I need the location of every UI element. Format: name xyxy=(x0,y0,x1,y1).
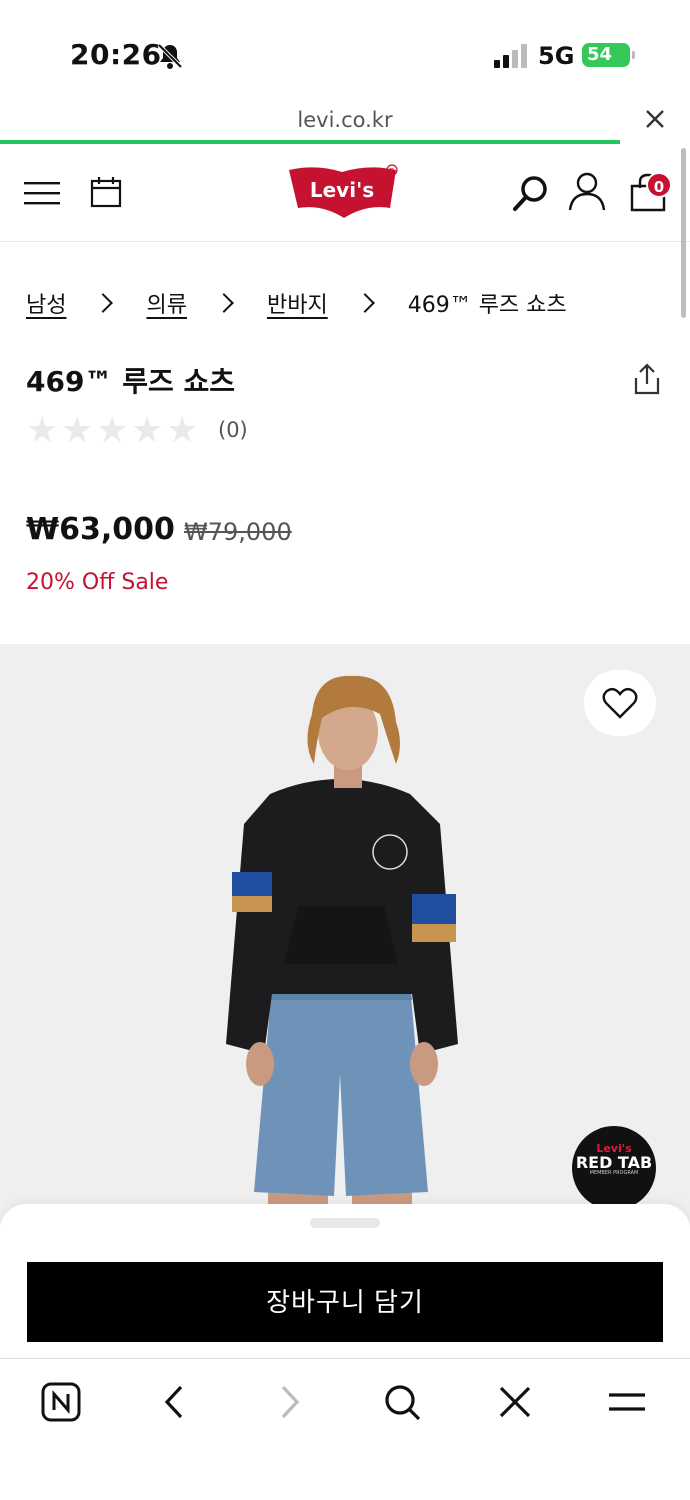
svg-text:R: R xyxy=(390,167,395,175)
bottom-sheet: 장바구니 담기 xyxy=(0,1204,690,1360)
status-bar: 20:26 5G 54 xyxy=(0,0,690,100)
red-tab-badge[interactable]: Levi's RED TAB MEMBER PROGRAM xyxy=(572,1126,656,1210)
browser-toolbar xyxy=(0,1358,690,1500)
user-icon[interactable] xyxy=(568,172,606,212)
star-icon: ★ xyxy=(61,410,94,451)
cart-count-badge: 0 xyxy=(646,172,672,198)
rating-stars: ★ ★ ★ ★ ★ xyxy=(26,410,201,451)
breadcrumb-item-men[interactable]: 남성 xyxy=(26,287,66,319)
sheet-handle[interactable] xyxy=(310,1218,380,1228)
original-price: ₩79,000 xyxy=(184,518,292,546)
close-icon[interactable] xyxy=(494,1381,536,1423)
discount-label: 20% Off Sale xyxy=(26,570,169,595)
search-icon[interactable] xyxy=(512,174,550,212)
battery-indicator: 54 xyxy=(582,43,635,67)
star-icon: ★ xyxy=(96,410,129,451)
scrollbar[interactable] xyxy=(681,148,686,318)
rating-count[interactable]: (0) xyxy=(218,418,248,442)
sale-price: ₩63,000 xyxy=(26,512,175,547)
back-icon[interactable] xyxy=(154,1381,196,1423)
breadcrumb-item-shorts[interactable]: 반바지 xyxy=(267,287,328,319)
logo-text: Levi's xyxy=(310,178,374,202)
share-icon[interactable] xyxy=(632,362,662,396)
menu-icon[interactable] xyxy=(606,1381,648,1423)
naver-icon[interactable] xyxy=(40,1381,82,1423)
chevron-right-icon xyxy=(354,293,375,313)
chevron-right-icon xyxy=(214,293,234,313)
calendar-icon[interactable] xyxy=(90,176,122,208)
site-header: Levi's R 0 xyxy=(0,144,690,242)
badge-title: RED TAB xyxy=(575,1153,653,1172)
search-icon[interactable] xyxy=(381,1381,423,1423)
breadcrumb-item-current: 469™ 루즈 쇼츠 xyxy=(407,293,567,318)
star-icon: ★ xyxy=(131,410,164,451)
product-title: 469™ 루즈 쇼츠 xyxy=(26,365,235,398)
menu-icon[interactable] xyxy=(24,180,60,206)
browser-url-bar[interactable]: levi.co.kr xyxy=(0,100,690,142)
close-icon[interactable] xyxy=(644,108,666,130)
star-icon: ★ xyxy=(26,410,59,451)
bell-slash-icon xyxy=(157,43,183,69)
breadcrumb: 남성 의류 반바지 469™ 루즈 쇼츠 xyxy=(26,286,567,320)
network-type: 5G xyxy=(538,42,575,70)
wishlist-button[interactable] xyxy=(584,670,656,736)
chevron-right-icon xyxy=(93,293,114,313)
star-icon: ★ xyxy=(166,410,199,451)
signal-icon xyxy=(494,44,527,68)
forward-icon[interactable] xyxy=(268,1381,310,1423)
add-to-cart-button[interactable]: 장바구니 담기 xyxy=(27,1262,663,1342)
url-text[interactable]: levi.co.kr xyxy=(0,108,690,132)
status-time: 20:26 xyxy=(70,38,162,71)
heart-icon xyxy=(602,687,638,719)
levis-logo[interactable]: Levi's R xyxy=(286,164,404,220)
breadcrumb-item-clothing[interactable]: 의류 xyxy=(146,287,186,319)
